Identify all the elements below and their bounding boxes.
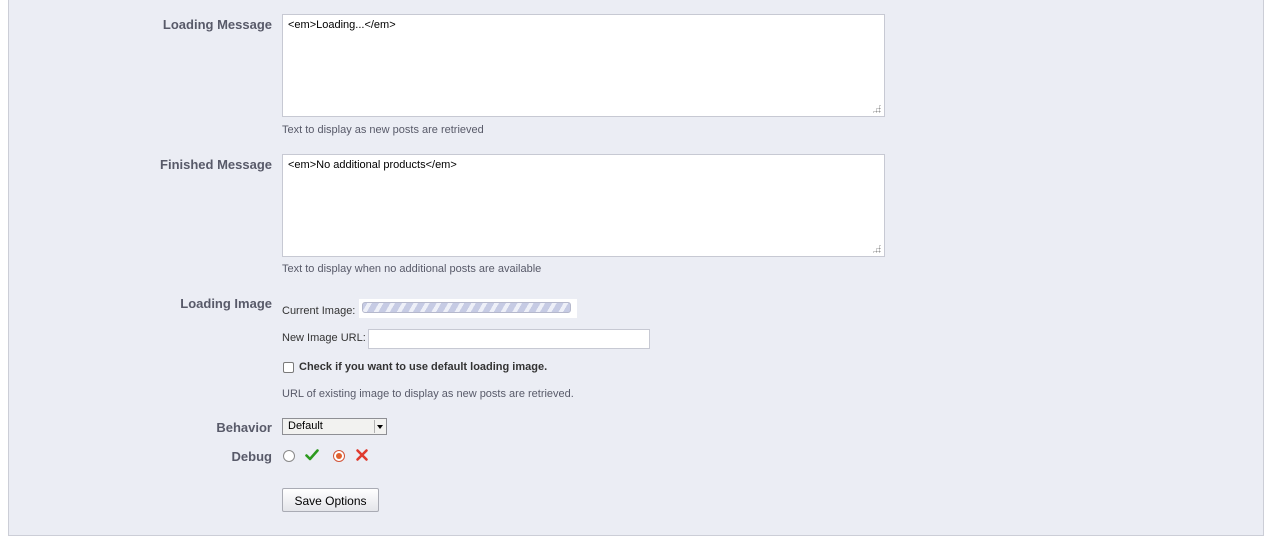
current-image-label: Current Image:	[282, 305, 356, 317]
loading-image-help: URL of existing image to display as new …	[282, 388, 574, 400]
current-loading-image	[359, 299, 577, 318]
behavior-selected-value: Default	[288, 420, 323, 432]
loading-message-help: Text to display as new posts are retriev…	[282, 124, 484, 136]
save-options-button[interactable]: Save Options	[282, 488, 379, 512]
finished-message-textarea[interactable]	[282, 154, 885, 257]
default-image-checkbox-label: Check if you want to use default loading…	[299, 361, 548, 373]
loading-image-label: Loading Image	[180, 296, 272, 311]
behavior-select[interactable]: Default	[282, 418, 387, 435]
finished-message-label: Finished Message	[160, 157, 272, 172]
red-x-icon	[356, 449, 368, 461]
green-check-icon	[305, 449, 319, 461]
finished-message-help: Text to display when no additional posts…	[282, 263, 542, 275]
debug-yes-radio[interactable]	[283, 450, 295, 462]
chevron-down-icon[interactable]	[374, 420, 385, 433]
new-image-url-label: New Image URL:	[282, 332, 366, 344]
debug-label: Debug	[231, 449, 272, 464]
loading-message-textarea[interactable]	[282, 14, 885, 117]
behavior-label: Behavior	[216, 420, 272, 435]
loading-message-label: Loading Message	[162, 17, 272, 32]
loading-bar-image	[362, 302, 571, 313]
default-image-checkbox[interactable]	[283, 362, 294, 373]
new-image-url-input[interactable]	[368, 329, 650, 349]
debug-no-radio[interactable]	[333, 450, 345, 462]
